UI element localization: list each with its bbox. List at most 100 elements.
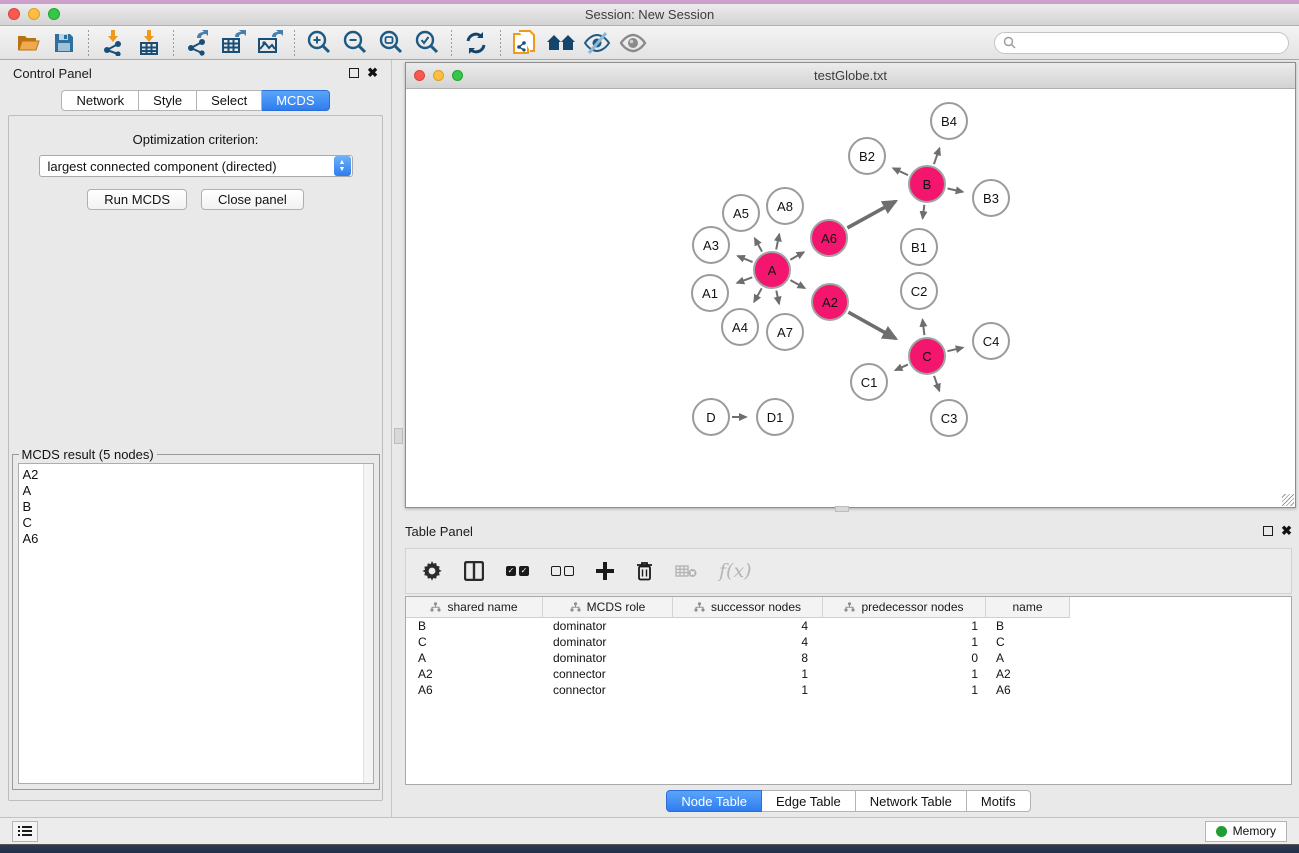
graph-edge[interactable] bbox=[848, 312, 895, 338]
table-cell[interactable]: connector bbox=[543, 683, 673, 697]
zoom-selected-icon[interactable] bbox=[409, 28, 445, 58]
result-scrollbar[interactable] bbox=[363, 464, 373, 783]
graph-edge[interactable] bbox=[790, 252, 804, 260]
import-table-icon[interactable] bbox=[131, 28, 167, 58]
graph-node-B2[interactable]: B2 bbox=[848, 137, 886, 175]
table-cell[interactable]: 1 bbox=[673, 683, 823, 697]
zoom-in-icon[interactable] bbox=[301, 28, 337, 58]
export-table-icon[interactable] bbox=[216, 28, 252, 58]
graph-node-C3[interactable]: C3 bbox=[930, 399, 968, 437]
table-row[interactable]: Bdominator41B bbox=[406, 618, 1291, 634]
hide-panels-icon[interactable] bbox=[579, 28, 615, 58]
column-header-shared-name[interactable]: shared name bbox=[406, 597, 543, 618]
graph-node-C[interactable]: C bbox=[908, 337, 946, 375]
search-input[interactable] bbox=[1021, 36, 1280, 50]
close-panel-button[interactable]: Close panel bbox=[201, 189, 304, 210]
show-all-columns-icon[interactable]: ✓✓ bbox=[506, 566, 529, 576]
zoom-out-icon[interactable] bbox=[337, 28, 373, 58]
graph-node-A8[interactable]: A8 bbox=[766, 187, 804, 225]
graph-node-B[interactable]: B bbox=[908, 165, 946, 203]
export-image-icon[interactable] bbox=[252, 28, 288, 58]
graph-node-B1[interactable]: B1 bbox=[900, 228, 938, 266]
graph-node-A6[interactable]: A6 bbox=[810, 219, 848, 257]
graph-edge[interactable] bbox=[934, 376, 939, 391]
hide-all-columns-icon[interactable] bbox=[551, 566, 574, 576]
tab-style[interactable]: Style bbox=[139, 90, 197, 111]
table-cell[interactable]: connector bbox=[543, 667, 673, 681]
graph-node-C1[interactable]: C1 bbox=[850, 363, 888, 401]
open-file-icon[interactable] bbox=[10, 28, 46, 58]
table-cell[interactable]: A6 bbox=[986, 683, 1070, 697]
float-table-panel-icon[interactable] bbox=[1263, 526, 1273, 536]
mcds-result-item[interactable]: C bbox=[23, 515, 373, 531]
table-row[interactable]: A2connector11A2 bbox=[406, 666, 1291, 682]
tab-select[interactable]: Select bbox=[197, 90, 262, 111]
delete-column-icon[interactable] bbox=[636, 561, 653, 581]
table-cell[interactable]: A2 bbox=[986, 667, 1070, 681]
table-cell[interactable]: 1 bbox=[823, 635, 986, 649]
network-close-button[interactable] bbox=[414, 70, 425, 81]
run-mcds-button[interactable]: Run MCDS bbox=[87, 189, 187, 210]
column-header-predecessor-nodes[interactable]: predecessor nodes bbox=[823, 597, 986, 618]
window-resize-grip[interactable] bbox=[1282, 494, 1294, 506]
save-session-icon[interactable] bbox=[46, 28, 82, 58]
network-zoom-button[interactable] bbox=[452, 70, 463, 81]
graph-node-A5[interactable]: A5 bbox=[722, 194, 760, 232]
memory-button[interactable]: Memory bbox=[1205, 821, 1287, 842]
graph-node-A[interactable]: A bbox=[753, 251, 791, 289]
table-cell[interactable]: 1 bbox=[823, 619, 986, 633]
table-cell[interactable]: B bbox=[406, 619, 543, 633]
graph-edge[interactable] bbox=[754, 288, 762, 302]
tab-edge-table[interactable]: Edge Table bbox=[762, 790, 856, 812]
column-header-name[interactable]: name bbox=[986, 597, 1070, 618]
graph-node-C4[interactable]: C4 bbox=[972, 322, 1010, 360]
refresh-icon[interactable] bbox=[458, 28, 494, 58]
table-cell[interactable]: C bbox=[986, 635, 1070, 649]
graph-node-D1[interactable]: D1 bbox=[756, 398, 794, 436]
graph-node-B4[interactable]: B4 bbox=[930, 102, 968, 140]
zoom-window-button[interactable] bbox=[48, 8, 60, 20]
graph-edge[interactable] bbox=[947, 348, 963, 352]
minimize-window-button[interactable] bbox=[28, 8, 40, 20]
tab-mcds[interactable]: MCDS bbox=[262, 90, 329, 111]
split-columns-icon[interactable] bbox=[464, 561, 484, 581]
table-cell[interactable]: A6 bbox=[406, 683, 543, 697]
table-cell[interactable]: A2 bbox=[406, 667, 543, 681]
network-minimize-button[interactable] bbox=[433, 70, 444, 81]
table-cell[interactable]: dominator bbox=[543, 635, 673, 649]
table-cell[interactable]: 8 bbox=[673, 651, 823, 665]
criterion-select[interactable]: largest connected component (directed) ▲… bbox=[39, 155, 353, 177]
tab-motifs[interactable]: Motifs bbox=[967, 790, 1031, 812]
tab-node-table[interactable]: Node Table bbox=[666, 790, 762, 812]
table-cell[interactable]: dominator bbox=[543, 651, 673, 665]
graph-edge[interactable] bbox=[934, 148, 940, 164]
graph-edge[interactable] bbox=[923, 320, 925, 336]
tab-network-table[interactable]: Network Table bbox=[856, 790, 967, 812]
graph-node-A3[interactable]: A3 bbox=[692, 226, 730, 264]
graph-node-A4[interactable]: A4 bbox=[721, 308, 759, 346]
graph-node-A1[interactable]: A1 bbox=[691, 274, 729, 312]
graph-edge[interactable] bbox=[737, 277, 752, 283]
table-row[interactable]: A6connector11A6 bbox=[406, 682, 1291, 698]
graph-edge[interactable] bbox=[738, 256, 753, 262]
close-table-panel-icon[interactable]: ✖ bbox=[1281, 526, 1292, 536]
table-row[interactable]: Cdominator41C bbox=[406, 634, 1291, 650]
table-cell[interactable]: dominator bbox=[543, 619, 673, 633]
table-cell[interactable]: A bbox=[986, 651, 1070, 665]
import-network-icon[interactable] bbox=[95, 28, 131, 58]
table-cell[interactable]: C bbox=[406, 635, 543, 649]
table-cell[interactable]: 4 bbox=[673, 619, 823, 633]
clone-network-icon[interactable] bbox=[507, 28, 543, 58]
mcds-result-item[interactable]: B bbox=[23, 499, 373, 515]
table-cell[interactable]: 1 bbox=[823, 667, 986, 681]
float-panel-icon[interactable] bbox=[349, 68, 359, 78]
tab-network[interactable]: Network bbox=[61, 90, 139, 111]
table-cell[interactable]: B bbox=[986, 619, 1070, 633]
graph-edge[interactable] bbox=[923, 205, 925, 219]
mcds-result-item[interactable]: A2 bbox=[23, 467, 373, 483]
graph-node-D[interactable]: D bbox=[692, 398, 730, 436]
network-canvas[interactable]: B4B2BB3A5A8A6A3B1AA1C2A2A4A7C4CC1C3DD1 bbox=[406, 89, 1295, 507]
graph-node-C2[interactable]: C2 bbox=[900, 272, 938, 310]
mcds-result-item[interactable]: A bbox=[23, 483, 373, 499]
graph-edge[interactable] bbox=[776, 234, 779, 249]
